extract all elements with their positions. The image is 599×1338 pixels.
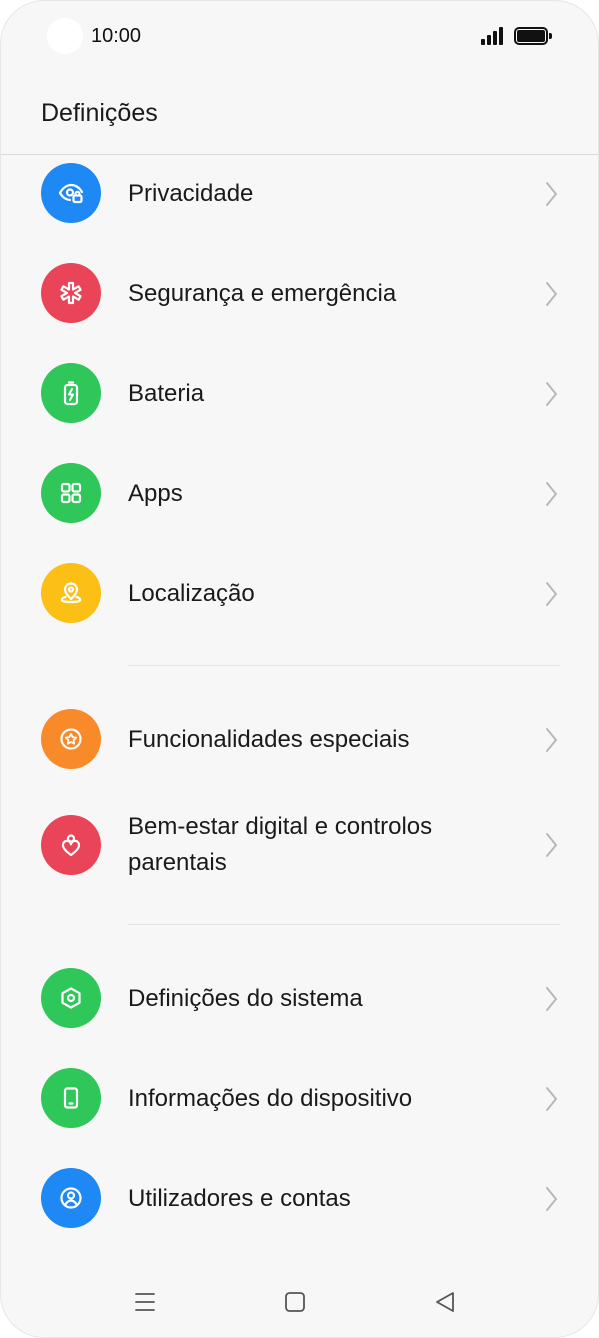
battery-icon — [514, 27, 552, 45]
settings-item-users-accounts[interactable]: Utilizadores e contas — [1, 1160, 598, 1238]
signal-icon — [481, 27, 507, 45]
privacy-eye-icon — [41, 163, 101, 223]
status-bar: 10:00 — [1, 1, 598, 71]
users-accounts-icon — [41, 1168, 101, 1228]
settings-item-label: Privacidade — [128, 180, 254, 207]
chevron-right-icon — [546, 1087, 558, 1111]
chevron-right-icon — [546, 728, 558, 752]
settings-item-label: Utilizadores e contas — [128, 1185, 351, 1212]
front-camera-cutout — [47, 18, 83, 54]
back-icon[interactable] — [432, 1289, 458, 1315]
device-info-phone-icon — [41, 1068, 101, 1128]
navigation-bar — [1, 1271, 598, 1331]
menu-icon[interactable] — [132, 1289, 158, 1315]
settings-item-location[interactable]: Localização — [1, 555, 598, 633]
settings-item-label: Localização — [128, 580, 255, 607]
chevron-right-icon — [546, 382, 558, 406]
settings-item-label: Apps — [128, 480, 183, 507]
status-time: 10:00 — [91, 25, 142, 47]
settings-item-special-features[interactable]: Funcionalidades especiais — [1, 701, 598, 779]
chevron-right-icon — [546, 282, 558, 306]
chevron-right-icon — [546, 182, 558, 206]
location-pin-icon — [41, 563, 101, 623]
settings-item-system-settings[interactable]: Definições do sistema — [1, 960, 598, 1038]
settings-item-privacy[interactable]: Privacidade — [1, 155, 598, 233]
battery-charging-icon — [41, 363, 101, 423]
phone-screen: 10:00 Definições Privacidade Segurança e… — [0, 0, 599, 1338]
system-settings-hexagon-icon — [41, 968, 101, 1028]
settings-item-label: Informações do dispositivo — [128, 1085, 413, 1112]
settings-item-device-info[interactable]: Informações do dispositivo — [1, 1060, 598, 1138]
settings-item-label: Definições do sistema — [128, 985, 363, 1012]
page-title: Definições — [41, 99, 158, 127]
chevron-right-icon — [546, 987, 558, 1011]
home-icon[interactable] — [282, 1289, 308, 1315]
settings-item-label: Funcionalidades especiais — [128, 726, 410, 753]
section-divider — [128, 665, 560, 666]
emergency-asterisk-icon — [41, 263, 101, 323]
chevron-right-icon — [546, 482, 558, 506]
settings-header: Definições — [1, 71, 598, 155]
chevron-right-icon — [546, 1187, 558, 1211]
digital-wellbeing-heart-icon — [41, 815, 101, 875]
settings-item-battery[interactable]: Bateria — [1, 355, 598, 433]
chevron-right-icon — [546, 833, 558, 857]
apps-grid-icon — [41, 463, 101, 523]
settings-item-apps[interactable]: Apps — [1, 455, 598, 533]
settings-item-safety-emergency[interactable]: Segurança e emergência — [1, 255, 598, 333]
settings-item-digital-wellbeing[interactable]: Bem-estar digital e controlos parentais — [1, 801, 598, 891]
special-features-star-icon — [41, 709, 101, 769]
section-divider — [128, 924, 560, 925]
settings-item-label: Segurança e emergência — [128, 280, 397, 307]
settings-item-label: Bateria — [128, 380, 205, 407]
settings-item-label: Bem-estar digital e controlos parentais — [128, 813, 433, 876]
chevron-right-icon — [546, 582, 558, 606]
